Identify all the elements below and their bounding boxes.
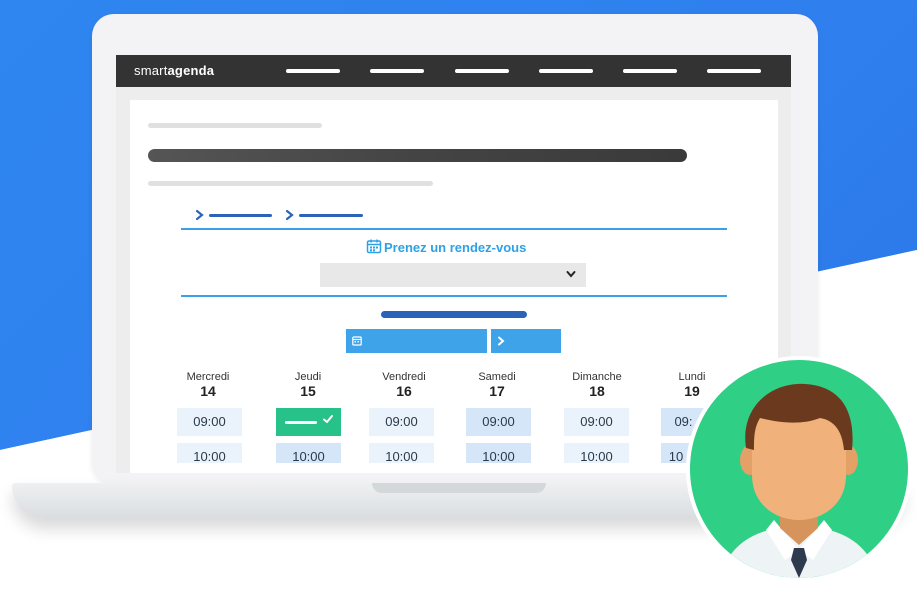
day-name: Vendredi [382,371,426,383]
time-slot[interactable]: 10:00 [466,443,531,463]
laptop-notch [372,483,546,493]
page-title-placeholder [148,149,687,162]
day-number: 14 [200,383,216,399]
next-week-button[interactable] [491,329,561,353]
chevron-down-icon [566,271,576,278]
nav-item-2[interactable] [370,69,424,73]
nav-item-4[interactable] [539,69,593,73]
placeholder-line [148,123,322,128]
day-name: Samedi [478,371,516,383]
time-slot[interactable]: 09:00 [177,408,242,436]
time-slot[interactable]: 10:00 [369,443,434,463]
day-name: Lundi [678,371,706,383]
time-slot[interactable]: 09:00 [564,408,629,436]
avatar [686,356,912,582]
divider [181,228,727,230]
placeholder-line [148,181,433,186]
week-label-placeholder [381,311,527,318]
time-slot-selected[interactable] [276,408,341,436]
chevron-right-icon [195,209,204,221]
day-number: 16 [396,383,412,399]
nav-item-3[interactable] [455,69,509,73]
day-number: 15 [300,383,316,399]
user-avatar-illustration [720,383,878,578]
time-slot[interactable]: 10:00 [177,443,242,463]
time-slot[interactable]: 10:00 [564,443,629,463]
booking-title: Prenez un rendez-vous [384,240,527,255]
calendar-icon [352,336,362,346]
day-name: Jeudi [294,371,322,383]
service-select[interactable] [320,263,586,287]
selected-slot-placeholder [285,421,317,424]
app-header: smartagenda [116,55,791,87]
breadcrumb-step-2[interactable] [299,214,363,217]
date-picker-button[interactable] [346,329,487,353]
day-name: Dimanche [572,371,622,383]
calendar-icon [366,239,382,254]
chevron-right-icon [285,209,294,221]
chevron-right-icon [498,336,505,346]
day-number: 17 [489,383,505,399]
check-icon [323,415,333,423]
app-logo[interactable]: smartagenda [134,63,214,78]
divider [181,295,727,297]
day-number: 18 [589,383,605,399]
nav-item-5[interactable] [623,69,677,73]
breadcrumb-step-1[interactable] [209,214,272,217]
time-slot[interactable]: 10:00 [276,443,341,463]
nav-item-6[interactable] [707,69,761,73]
time-slot[interactable]: 09:00 [466,408,531,436]
time-slot[interactable]: 09:00 [369,408,434,436]
nav-item-1[interactable] [286,69,340,73]
day-name: Mercredi [186,371,230,383]
